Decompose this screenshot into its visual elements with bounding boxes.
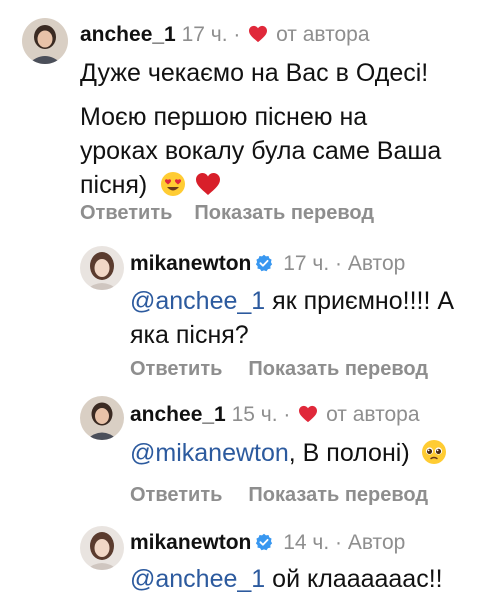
comment-line: Дуже чекаємо на Вас в Одесі! xyxy=(80,59,429,87)
avatar-mikanewton[interactable] xyxy=(80,246,124,290)
comment-actions: Ответить Показать перевод xyxy=(130,356,428,382)
comment-2: mikanewton 17 ч. · Автор @anchee_1 як пр… xyxy=(0,240,502,390)
avatar-mikanewton[interactable] xyxy=(80,526,124,570)
comment-actions: Ответить Показать перевод xyxy=(80,200,374,226)
pleading-face-emoji-icon xyxy=(421,440,446,464)
separator-dot: · xyxy=(233,23,241,46)
comment-line: Моєю першою піснею на xyxy=(80,103,368,131)
separator-dot: · xyxy=(335,252,343,275)
comment-time: 14 ч. xyxy=(283,531,330,554)
verified-badge-icon xyxy=(256,533,273,551)
red-heart-icon xyxy=(299,405,318,423)
comment-line: @anchee_1 як приємно!!!! А xyxy=(130,287,455,315)
comment-time: 17 ч. xyxy=(181,23,228,46)
comment-text: @anchee_1 ой клаааааас!! xyxy=(130,565,443,593)
separator-dot: · xyxy=(335,531,343,554)
mention-link[interactable]: @anchee_1 xyxy=(130,565,265,593)
comment-header: anchee_1 17 ч. · от автора xyxy=(80,22,370,48)
show-translation-button[interactable]: Показать перевод xyxy=(194,202,374,224)
comment-text: Дуже чекаємо на Вас в Одесі! Моєю першою… xyxy=(80,56,441,202)
separator-dot: · xyxy=(283,403,291,426)
author-badge: Автор xyxy=(347,531,406,554)
red-heart-icon xyxy=(249,25,268,43)
author-liked-badge: от автора xyxy=(276,23,370,46)
avatar-anchee-1[interactable] xyxy=(22,18,68,64)
reply-button[interactable]: Ответить xyxy=(130,358,222,380)
avatar-anchee-1[interactable] xyxy=(80,396,124,440)
comment-3: anchee_1 15 ч. · от автора @mikanewton, … xyxy=(0,390,502,520)
mention-link[interactable]: @mikanewton xyxy=(130,439,289,467)
comment-line: яка пісня? xyxy=(130,321,249,349)
reply-button[interactable]: Ответить xyxy=(80,202,172,224)
comment-header: mikanewton 14 ч. · Автор xyxy=(130,530,405,556)
reply-button[interactable]: Ответить xyxy=(130,484,222,506)
author-badge: Автор xyxy=(347,252,406,275)
comment-header: anchee_1 15 ч. · от автора xyxy=(130,402,420,428)
username[interactable]: mikanewton xyxy=(130,531,251,554)
comment-time: 17 ч. xyxy=(283,252,330,275)
username[interactable]: anchee_1 xyxy=(80,23,176,46)
comment-text: @mikanewton, В полоні) xyxy=(130,436,447,470)
show-translation-button[interactable]: Показать перевод xyxy=(248,358,428,380)
show-translation-button[interactable]: Показать перевод xyxy=(248,484,428,506)
comment-1: anchee_1 17 ч. · от автора Дуже чекаємо … xyxy=(0,0,502,240)
comment-line: уроках вокалу була саме Ваша xyxy=(80,137,442,165)
author-liked-badge: от автора xyxy=(326,403,420,426)
comment-line-with-emoji: пісня) xyxy=(80,168,441,202)
comment-text: @anchee_1 як приємно!!!! А яка пісня? xyxy=(130,284,454,352)
verified-badge-icon xyxy=(256,254,273,272)
username[interactable]: anchee_1 xyxy=(130,403,226,426)
heart-eyes-emoji-icon xyxy=(161,172,186,196)
username[interactable]: mikanewton xyxy=(130,252,251,275)
comment-4: mikanewton 14 ч. · Автор @anchee_1 ой кл… xyxy=(0,520,502,600)
mention-link[interactable]: @anchee_1 xyxy=(130,287,265,315)
comment-time: 15 ч. xyxy=(231,403,278,426)
comment-actions: Ответить Показать перевод xyxy=(130,482,428,508)
red-heart-emoji-icon xyxy=(196,173,221,195)
comment-header: mikanewton 17 ч. · Автор xyxy=(130,251,405,277)
